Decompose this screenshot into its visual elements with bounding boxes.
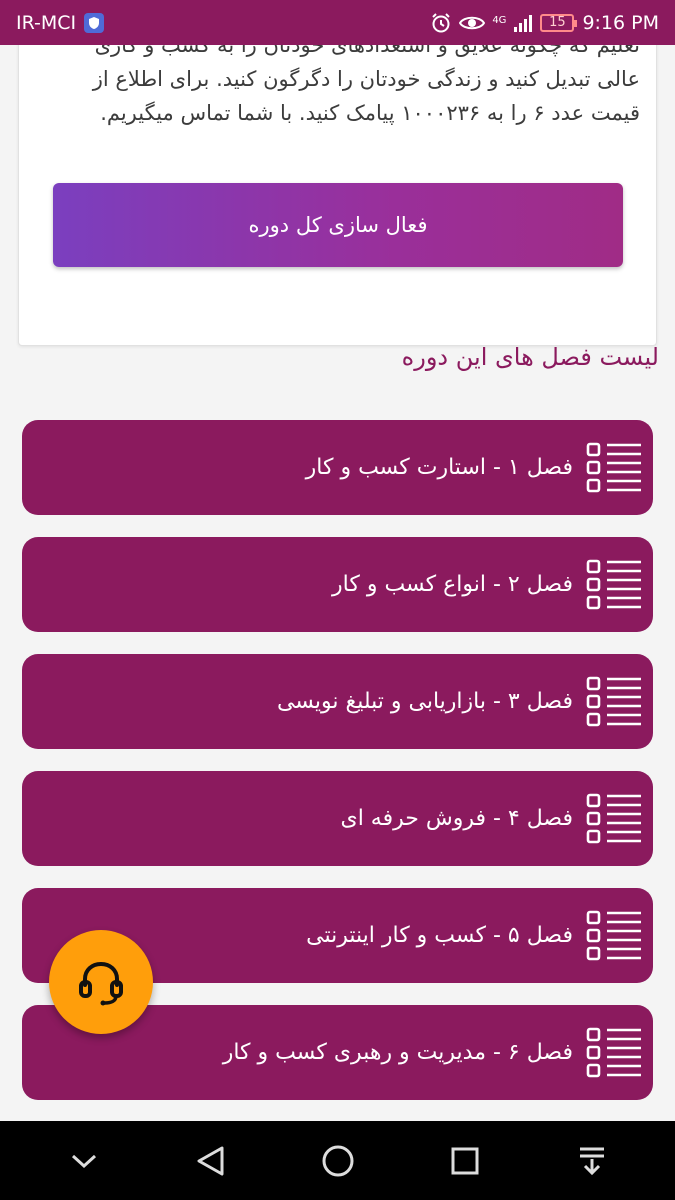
chapter-item-4[interactable]: فصل ۴ - فروش حرفه ای [22,771,653,866]
nav-home-button[interactable] [308,1131,368,1191]
list-icon [586,1027,641,1077]
status-left: IR-MCI [16,11,105,34]
list-icon [586,793,641,843]
carrier-name: IR-MCI [16,11,77,34]
chapter-label: فصل ۴ - فروش حرفه ای [340,806,573,831]
list-icon [586,910,641,960]
support-fab-button[interactable] [49,930,153,1034]
nav-recents-button[interactable] [435,1131,495,1191]
list-icon [586,442,641,492]
chapter-item-2[interactable]: فصل ۲ - انواع کسب و کار [22,537,653,632]
system-nav-bar [0,1121,675,1200]
nav-collapse-button[interactable] [54,1131,114,1191]
back-icon [197,1146,223,1175]
chapter-label: فصل ۵ - کسب و کار اینترنتی [306,923,573,948]
shield-icon [84,12,105,33]
chapter-label: فصل ۶ - مدیریت و رهبری کسب و کار [222,1040,573,1065]
chevron-down-icon [71,1154,96,1168]
notification-pulldown-icon [579,1147,604,1175]
chapter-item-3[interactable]: فصل ۳ - بازاریابی و تبلیغ نویسی [22,654,653,749]
clock: 9:16 PM [582,11,659,34]
status-right: 4G 15 9:16 PM [430,12,659,34]
signal-icon [514,14,533,32]
alarm-icon [432,12,451,32]
battery-level: 15 [549,15,566,30]
nav-back-button[interactable] [181,1131,241,1191]
list-icon [586,676,641,726]
status-icons: 4G 15 [430,12,578,34]
eye-icon [459,16,486,29]
chapter-item-1[interactable]: فصل ۱ - استارت کسب و کار [22,420,653,515]
list-icon [586,559,641,609]
recents-icon [451,1147,478,1174]
chapter-label: فصل ۱ - استارت کسب و کار [305,455,573,480]
home-icon [322,1145,353,1176]
network-type: 4G [492,14,507,26]
headset-icon [79,961,123,1006]
chapter-label: فصل ۲ - انواع کسب و کار [332,572,573,597]
status-bar: IR-MCI 4G 15 9:16 PM [0,0,675,45]
chapter-label: فصل ۳ - بازاریابی و تبلیغ نویسی [276,689,573,714]
battery-icon: 15 [540,13,578,32]
nav-notifications-button[interactable] [562,1131,622,1191]
